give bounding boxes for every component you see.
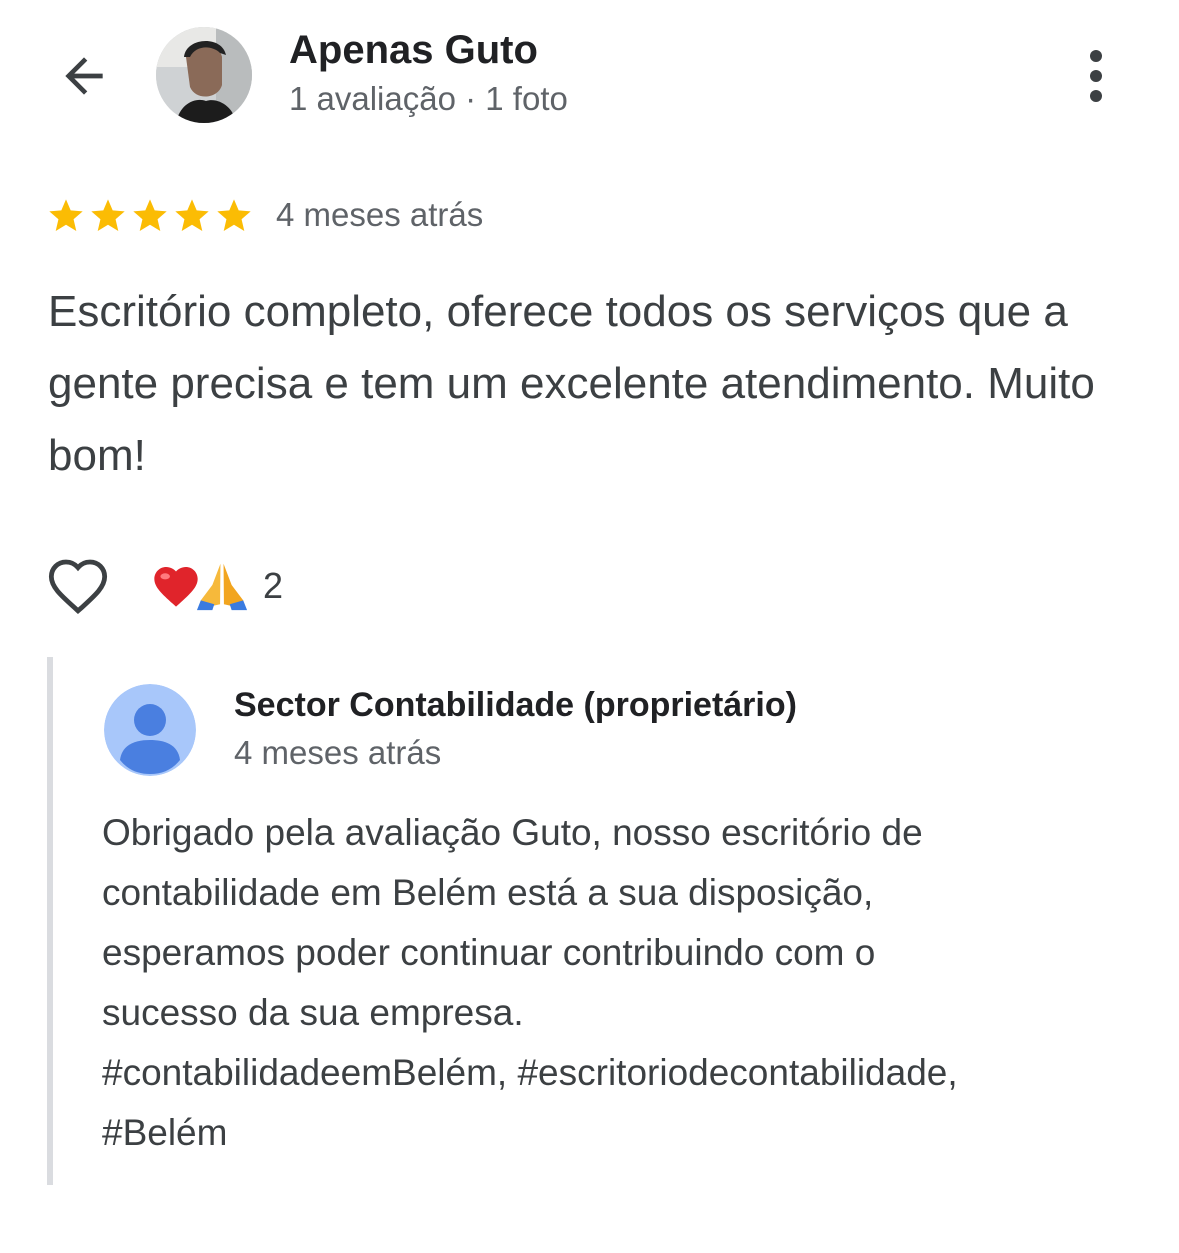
- star-icon: [49, 199, 83, 231]
- star-icon: [175, 199, 209, 231]
- back-button[interactable]: [52, 44, 116, 108]
- reviewer-avatar[interactable]: [156, 27, 252, 123]
- reply-line: contabilidade em Belém está a sua dispos…: [102, 872, 874, 913]
- reviewer-photo: [156, 27, 252, 123]
- review-date: 4 meses atrás: [276, 196, 484, 233]
- owner-reply-date: 4 meses atrás: [234, 734, 442, 771]
- star-rating: [46, 196, 254, 236]
- reactions-summary[interactable]: [150, 558, 250, 612]
- owner-avatar[interactable]: [104, 684, 196, 776]
- default-person-avatar-icon: [104, 684, 196, 776]
- reply-line: sucesso da sua empresa.: [102, 992, 524, 1033]
- star-icon: [133, 199, 167, 231]
- folded-hands-emoji-icon: [196, 563, 248, 611]
- review-text: Escritório completo, oferece todos os se…: [48, 287, 1095, 480]
- more-options-button[interactable]: [1070, 44, 1122, 108]
- reply-line: #contabilidadeemBelém, #escritoriodecont…: [102, 1052, 958, 1093]
- like-button[interactable]: [46, 556, 110, 616]
- arrow-back-icon: [65, 57, 103, 95]
- owner-reply-text: Obrigado pela avaliação Guto, nosso escr…: [102, 803, 1142, 1163]
- star-icon: [217, 199, 251, 231]
- star-icon: [91, 199, 125, 231]
- reaction-count: 2: [263, 565, 284, 606]
- owner-name: Sector Contabilidade (proprietário): [234, 686, 797, 724]
- reply-line: esperamos poder continuar contribuindo c…: [102, 932, 876, 973]
- more-vert-icon: [1090, 50, 1102, 102]
- reviewer-meta: 1 avaliação · 1 foto: [289, 80, 568, 117]
- heart-outline-icon: [48, 559, 108, 615]
- reply-line: Obrigado pela avaliação Guto, nosso escr…: [102, 812, 923, 853]
- reviewer-name[interactable]: Apenas Guto: [289, 28, 538, 73]
- reply-divider: [47, 657, 53, 1185]
- reply-line: #Belém: [102, 1112, 228, 1153]
